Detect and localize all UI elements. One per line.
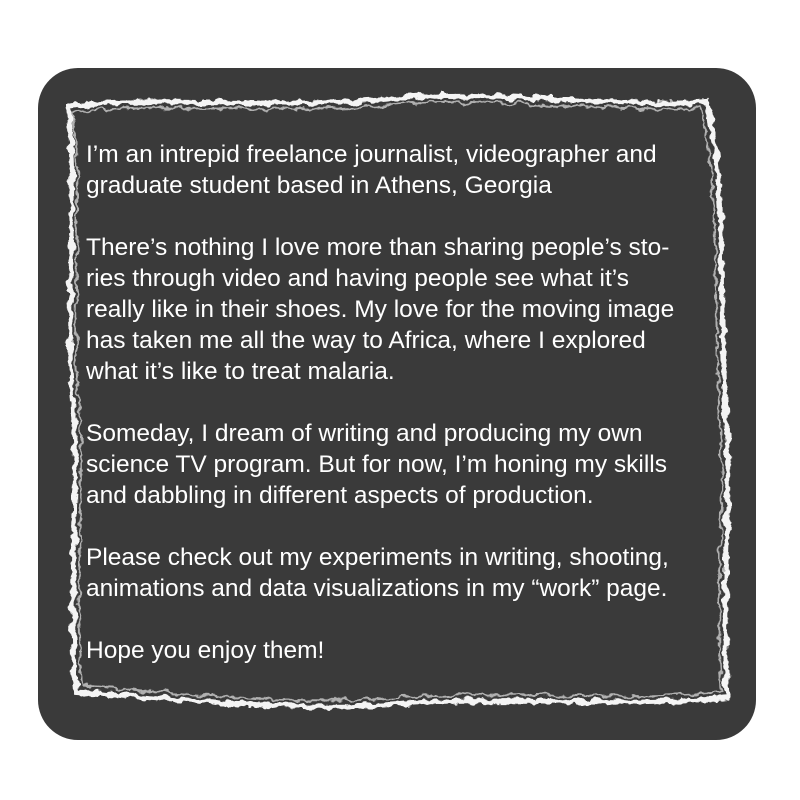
bio-paragraph-passion: There’s nothing I love more than sharing… xyxy=(86,234,675,385)
bio-paragraph-closing: Hope you enjoy them! xyxy=(86,637,325,664)
about-card: I’m an intrepid freelance journalist, vi… xyxy=(38,68,756,740)
bio-paragraph-dream: Someday, I dream of writing and producin… xyxy=(86,420,667,509)
bio-paragraph-work: Please check out my experiments in writi… xyxy=(86,544,669,602)
bio-text: I’m an intrepid freelance journalist, vi… xyxy=(86,139,726,666)
bio-paragraph-intro: I’m an intrepid freelance journalist, vi… xyxy=(86,141,657,199)
